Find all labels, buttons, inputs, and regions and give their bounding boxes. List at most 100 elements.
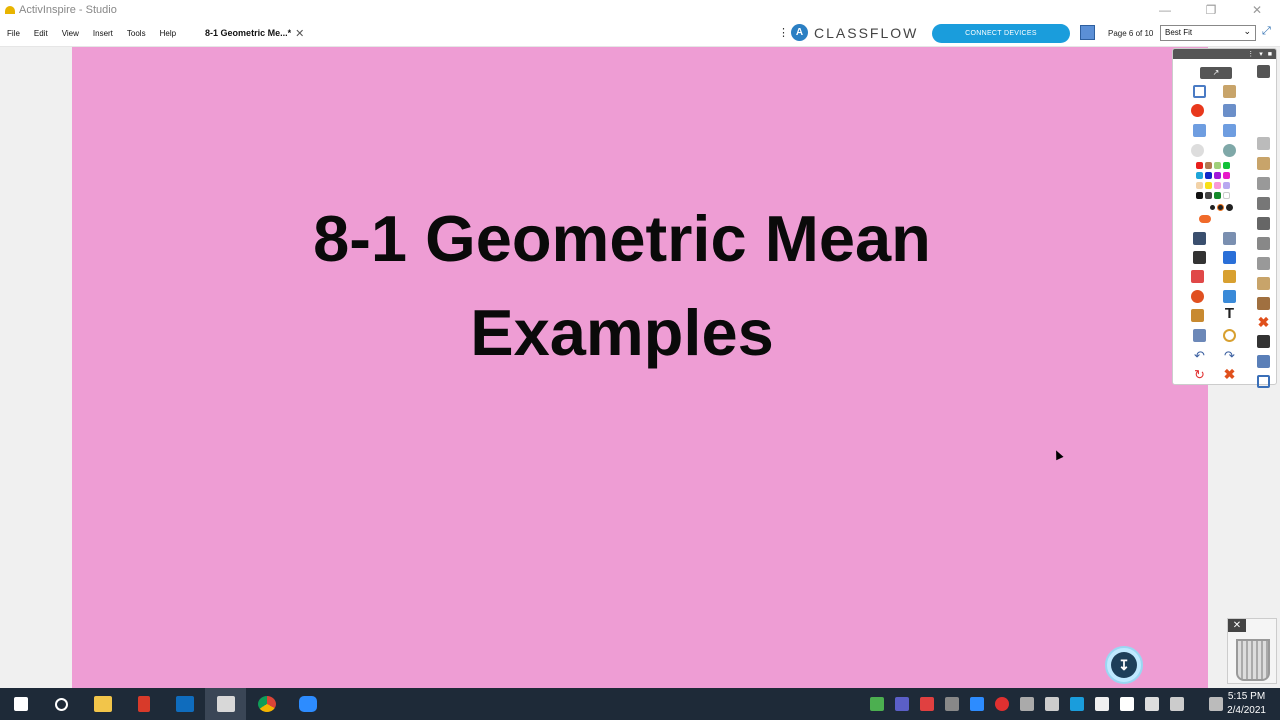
reset-page-icon[interactable]: ↻ (1193, 368, 1206, 381)
save-icon[interactable] (1257, 335, 1270, 348)
taskbar-clock[interactable]: 5:15 PM 2/4/2021 (1227, 690, 1266, 718)
spotlight-icon[interactable] (1193, 329, 1206, 342)
desktop-annotate-icon[interactable] (1257, 137, 1270, 150)
copy-icon[interactable] (1257, 237, 1270, 250)
search-icon[interactable] (41, 688, 82, 720)
toolbox-menu-icon[interactable]: ⋮ (1247, 50, 1254, 58)
color-pink[interactable] (1214, 182, 1221, 189)
outlook-icon[interactable] (164, 688, 205, 720)
menu-edit[interactable]: Edit (27, 29, 55, 38)
toolbox-pin-icon[interactable]: ■ (1268, 51, 1272, 58)
ink-workspace-icon[interactable] (1209, 697, 1223, 711)
chrome-icon[interactable] (246, 688, 287, 720)
highlighter-icon[interactable] (1223, 251, 1236, 264)
color-dark-green[interactable] (1214, 192, 1221, 199)
marquee-icon[interactable] (1223, 232, 1236, 245)
color-black[interactable] (1196, 192, 1203, 199)
menu-insert[interactable]: Insert (86, 29, 120, 38)
settings-tray-icon[interactable] (1045, 697, 1059, 711)
color-blue[interactable] (1205, 172, 1212, 179)
pen-icon[interactable] (1193, 251, 1206, 264)
drive-icon[interactable] (870, 697, 884, 711)
magic-ink-icon[interactable] (1223, 270, 1236, 283)
tools-icon[interactable] (1257, 157, 1270, 170)
zoom-app-icon[interactable] (287, 688, 328, 720)
toolbox-header[interactable]: ⋮ ▾ ■ (1173, 49, 1276, 59)
undo-icon[interactable]: ↶ (1193, 349, 1206, 362)
color-purple[interactable] (1214, 172, 1221, 179)
pen-width-small[interactable] (1210, 205, 1215, 210)
next-page-icon[interactable] (1223, 124, 1236, 137)
toolbox-collapse-icon[interactable]: ▾ (1259, 50, 1263, 58)
edit-icon[interactable] (1257, 297, 1270, 310)
tab-document[interactable]: 8-1 Geometric Me...* ✕ (197, 20, 313, 46)
menu-view[interactable]: View (55, 29, 86, 38)
pen-width-medium[interactable] (1217, 204, 1224, 211)
delete-icon[interactable]: ✖ (1257, 315, 1270, 329)
monitor-icon[interactable] (1145, 697, 1159, 711)
scroll-down-button[interactable]: ↧ (1105, 646, 1143, 684)
eraser-icon[interactable] (1191, 270, 1204, 283)
more-options-icon[interactable]: ⋮ (778, 26, 789, 39)
cloud-icon[interactable] (945, 697, 959, 711)
trash-can[interactable]: ✕ (1227, 618, 1277, 684)
text-icon[interactable]: T (1223, 306, 1236, 321)
activinspire-icon[interactable] (205, 688, 246, 720)
zoom-tray-icon[interactable] (970, 697, 984, 711)
windows-start-icon[interactable] (0, 688, 41, 720)
color-brown[interactable] (1205, 162, 1212, 169)
color-dark-gray[interactable] (1205, 192, 1212, 199)
color-lavender[interactable] (1223, 182, 1230, 189)
pen-width-large[interactable] (1226, 204, 1233, 211)
color-cyan[interactable] (1196, 172, 1203, 179)
connect-devices-button[interactable]: CONNECT DEVICES (932, 24, 1070, 43)
no-entry-icon[interactable] (1191, 104, 1204, 117)
play-icon[interactable] (1191, 144, 1204, 157)
shape-icon[interactable] (1191, 290, 1204, 303)
menu-help[interactable]: Help (153, 29, 183, 38)
network-icon[interactable] (1070, 697, 1084, 711)
menu-tools[interactable]: Tools (120, 29, 153, 38)
clock-icon[interactable] (1223, 329, 1236, 342)
previous-page-icon[interactable] (1193, 124, 1206, 137)
scissors-icon[interactable] (1257, 217, 1270, 230)
group-icon[interactable] (1257, 257, 1270, 270)
color-yellow[interactable] (1205, 182, 1212, 189)
location-icon[interactable] (995, 697, 1009, 711)
export-icon[interactable] (1257, 355, 1270, 368)
fullscreen-icon[interactable]: ⤢ (1262, 25, 1271, 38)
flipchart-canvas[interactable]: 8-1 Geometric Mean Examples (72, 47, 1208, 688)
connector-icon[interactable] (1223, 290, 1236, 303)
close-button[interactable]: ✕ (1234, 0, 1280, 20)
defender-icon[interactable] (1120, 697, 1134, 711)
clear-icon[interactable]: ✖ (1223, 367, 1236, 381)
zoom-select[interactable]: Best Fit ⌄ (1160, 25, 1256, 41)
dual-user-icon[interactable] (1223, 144, 1236, 157)
display-icon[interactable] (1020, 697, 1034, 711)
page-copy-icon[interactable] (1257, 177, 1270, 190)
restore-button[interactable]: ❐ (1188, 0, 1234, 20)
app-m-icon[interactable] (920, 697, 934, 711)
color-white[interactable] (1223, 192, 1230, 199)
camera-icon[interactable] (1257, 197, 1270, 210)
resource-library-icon[interactable] (1223, 85, 1236, 98)
close-tab-icon[interactable]: ✕ (295, 27, 304, 40)
teams-icon[interactable] (895, 697, 909, 711)
handwriting-icon[interactable] (1257, 277, 1270, 290)
pen-mode-icon[interactable] (1257, 65, 1270, 78)
file-explorer-icon[interactable] (82, 688, 123, 720)
pen-tray-icon[interactable] (1095, 697, 1109, 711)
menu-file[interactable]: File (0, 29, 27, 38)
share-icon[interactable]: ↗ (1200, 67, 1232, 79)
redo-icon[interactable]: ↷ (1223, 349, 1236, 362)
web-browser-icon[interactable] (1223, 104, 1236, 117)
select-tool-icon[interactable] (1193, 232, 1206, 245)
fill-icon[interactable] (1191, 309, 1204, 322)
flipchart-icon[interactable] (1193, 85, 1206, 98)
volume-icon[interactable] (1170, 697, 1184, 711)
zoom-icon[interactable] (1257, 375, 1270, 388)
color-red[interactable] (1196, 162, 1203, 169)
pen-width-slider[interactable] (1199, 215, 1211, 223)
trash-close-icon[interactable]: ✕ (1228, 619, 1246, 632)
color-magenta[interactable] (1223, 172, 1230, 179)
